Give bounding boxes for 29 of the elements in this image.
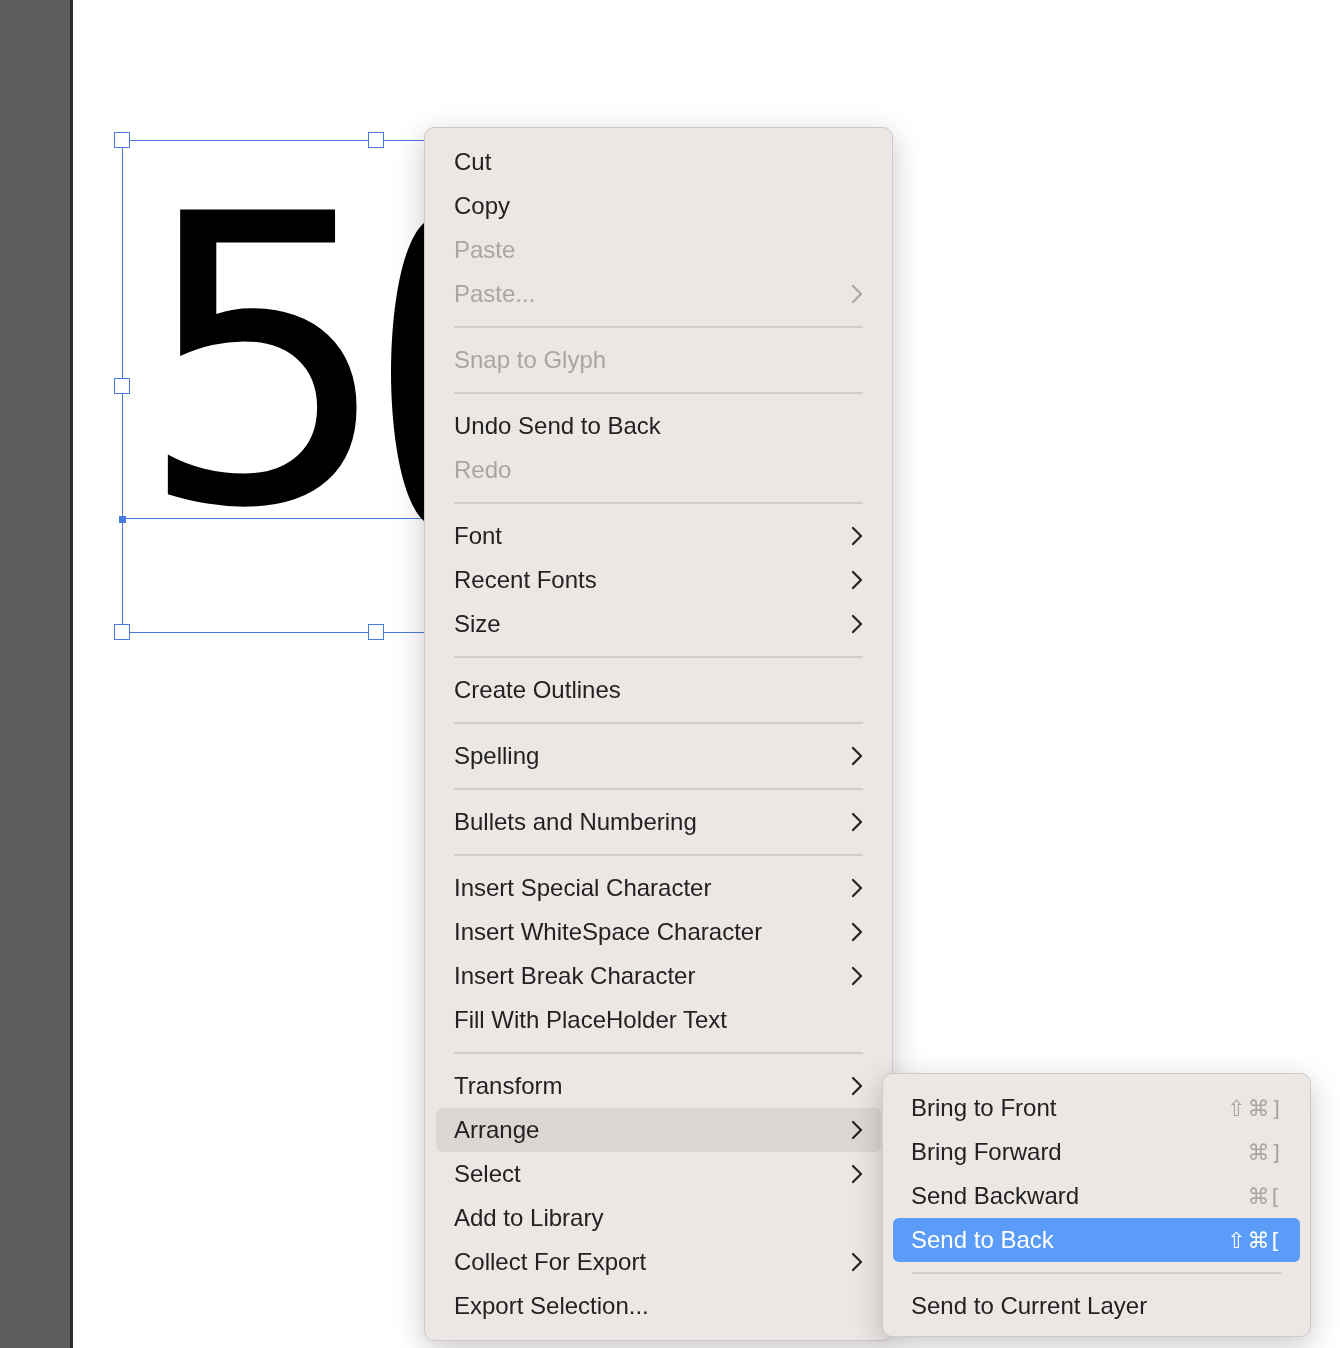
menu-item[interactable]: Fill With PlaceHolder Text (436, 998, 881, 1042)
menu-item[interactable]: Arrange (436, 1108, 881, 1152)
menu-item[interactable]: Create Outlines (436, 668, 881, 712)
menu-item[interactable]: Transform (436, 1064, 881, 1108)
menu-item[interactable]: Undo Send to Back (436, 404, 881, 448)
menu-item[interactable]: Copy (436, 184, 881, 228)
menu-item[interactable]: Insert Special Character (436, 866, 881, 910)
selection-handle[interactable] (114, 378, 130, 394)
menu-item[interactable]: Select (436, 1152, 881, 1196)
menu-item[interactable]: Collect For Export (436, 1240, 881, 1284)
menu-item[interactable]: Insert WhiteSpace Character (436, 910, 881, 954)
menu-item[interactable]: Insert Break Character (436, 954, 881, 998)
selection-handle[interactable] (368, 624, 384, 640)
menu-item[interactable]: Bring Forward ⌘] (893, 1130, 1300, 1174)
selection-handle[interactable] (114, 624, 130, 640)
menu-item[interactable]: Spelling (436, 734, 881, 778)
menu-item[interactable]: Export Selection... (436, 1284, 881, 1328)
menu-item[interactable]: Add to Library (436, 1196, 881, 1240)
menu-item[interactable]: Font (436, 514, 881, 558)
selection-handle[interactable] (368, 132, 384, 148)
menu-item[interactable]: Cut (436, 140, 881, 184)
menu-item[interactable]: Recent Fonts (436, 558, 881, 602)
menu-item[interactable]: Send Backward ⌘[ (893, 1174, 1300, 1218)
canvas-text: 5 (137, 199, 392, 527)
selection-handle[interactable] (114, 132, 130, 148)
menu-item[interactable]: Bullets and Numbering (436, 800, 881, 844)
menu-item[interactable]: Size (436, 602, 881, 646)
menu-item[interactable]: Send to Current Layer (893, 1284, 1300, 1328)
menu-item[interactable]: Bring to Front ⇧⌘] (893, 1086, 1300, 1130)
